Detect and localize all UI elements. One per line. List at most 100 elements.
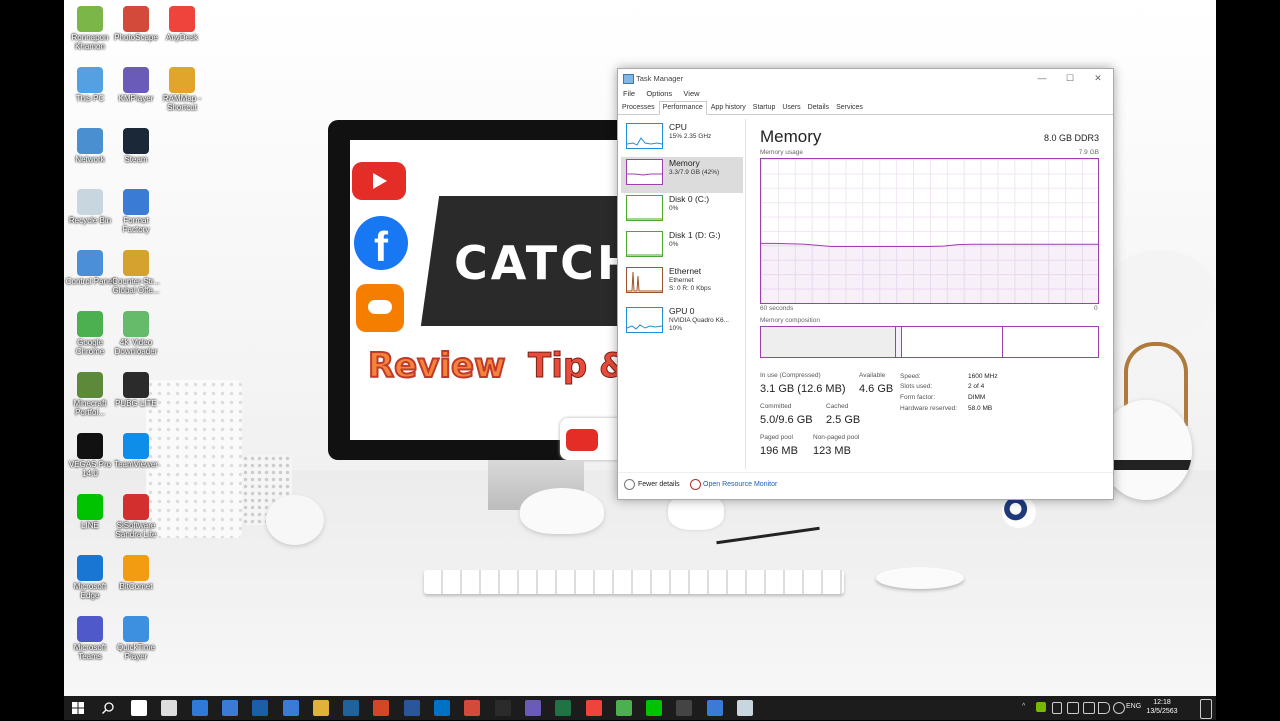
desktop-icon[interactable]: Microsoft Edge: [64, 553, 116, 600]
tray-chevron-icon[interactable]: ^: [1022, 703, 1025, 710]
open-resource-monitor-link[interactable]: Open Resource Monitor: [703, 481, 777, 488]
memory-usage-label: Memory usage: [760, 149, 803, 156]
clock[interactable]: 12:18 13/5/2563: [1142, 698, 1182, 716]
app-icon: [169, 67, 195, 93]
app-icon: [77, 494, 103, 520]
usb-tray-icon[interactable]: [1052, 702, 1062, 714]
desktop-icon[interactable]: QuickTime Player: [110, 614, 162, 661]
desktop-icon[interactable]: AnyDesk: [156, 4, 208, 42]
minimize-button[interactable]: —: [1029, 71, 1055, 85]
menu-view[interactable]: View: [683, 89, 699, 98]
menu-file[interactable]: File: [623, 89, 635, 98]
taskbar-app-icon[interactable]: [615, 700, 632, 716]
desktop-icon[interactable]: PhotoScape: [110, 4, 162, 42]
resource-monitor-icon[interactable]: [690, 479, 701, 490]
resource-item[interactable]: Disk 0 (C:) 0%: [626, 191, 742, 225]
taskbar-app-icon[interactable]: [282, 700, 299, 716]
taskbar-app-icon[interactable]: [524, 700, 541, 716]
desktop-icon[interactable]: Network: [64, 126, 116, 164]
paint-tray-icon[interactable]: [1083, 702, 1095, 714]
taskbar-app-icon[interactable]: [585, 700, 602, 716]
task-manager-window[interactable]: Task Manager — ☐ ✕ File Options View Pro…: [617, 68, 1114, 500]
resource-sparkline: [627, 271, 662, 292]
taskbar-app-icon[interactable]: [221, 700, 238, 716]
desktop-icon[interactable]: Steam: [110, 126, 162, 164]
app-icon: [77, 433, 103, 459]
taskbar-app-icon[interactable]: [646, 700, 663, 716]
menu-options[interactable]: Options: [646, 89, 672, 98]
fewer-details-link[interactable]: Fewer details: [638, 481, 680, 488]
resource-thumbnail: [626, 307, 663, 333]
taskbar-app-icon[interactable]: [373, 700, 390, 716]
app-icon: [123, 128, 149, 154]
taskbar-app-icon[interactable]: [343, 700, 360, 716]
taskbar-app-icon[interactable]: [737, 700, 753, 716]
desktop-icon[interactable]: Ronnapon Khamon: [64, 4, 116, 51]
resource-name: Disk 0 (C:): [669, 194, 710, 204]
tab-performance[interactable]: Performance: [658, 101, 707, 115]
desktop-icon[interactable]: Format Factory: [110, 187, 162, 234]
volume-icon[interactable]: [1098, 702, 1110, 714]
taskbar-app-icon[interactable]: [403, 700, 420, 716]
desktop-icon-label: Format Factory: [122, 216, 150, 234]
search-button[interactable]: [100, 700, 116, 716]
window-title: Task Manager: [636, 74, 684, 83]
desktop-icon-label: PhotoScape: [114, 33, 158, 42]
desktop-icon[interactable]: Microsoft Teams: [64, 614, 116, 661]
resource-item[interactable]: Disk 1 (D: G:) 0%: [626, 227, 742, 261]
taskbar-app-icon[interactable]: [191, 700, 208, 716]
sparkline-path: [627, 324, 662, 330]
maximize-button[interactable]: ☐: [1057, 71, 1083, 85]
taskbar-app-icon[interactable]: [494, 700, 511, 716]
desktop-icon[interactable]: VEGAS Pro 14.0: [64, 431, 116, 478]
desktop-icon[interactable]: RAMMap - Shortcut: [156, 65, 208, 112]
desktop-icon[interactable]: This PC: [64, 65, 116, 103]
taskbar-app-icon[interactable]: [252, 700, 269, 716]
fewer-details-icon[interactable]: [624, 479, 635, 490]
tab-services[interactable]: Services: [833, 102, 866, 113]
taskbar-app-icon[interactable]: [555, 700, 572, 716]
resource-item[interactable]: CPU 15% 2.35 GHz: [626, 119, 742, 153]
app-icon: [77, 189, 103, 215]
desktop-icon[interactable]: LINE: [64, 492, 116, 530]
network-tray-icon[interactable]: [1067, 702, 1079, 714]
desktop-icon[interactable]: KMPlayer: [110, 65, 162, 103]
nvidia-tray-icon[interactable]: [1036, 702, 1046, 712]
language-indicator[interactable]: ENG: [1126, 703, 1141, 710]
desktop-icon[interactable]: TeamViewer: [110, 431, 162, 469]
taskbar-app-icon[interactable]: [312, 700, 329, 716]
title-bar[interactable]: Task Manager — ☐ ✕: [618, 69, 1113, 87]
graph-time-right: 0: [1094, 305, 1098, 312]
resource-item[interactable]: GPU 0 NVIDIA Quadro K6... 10%: [626, 303, 742, 337]
tab-strip: Processes Performance App history Startu…: [618, 101, 1113, 115]
memory-title: Memory: [760, 127, 822, 146]
resource-item[interactable]: Memory 3.3/7.9 GB (42%): [626, 155, 742, 189]
notifications-icon[interactable]: [1200, 699, 1212, 719]
resource-item[interactable]: Ethernet Ethernet S: 0 R: 0 Kbps: [626, 263, 742, 297]
taskbar-app-icon[interactable]: [131, 700, 147, 716]
tab-processes[interactable]: Processes: [619, 102, 658, 113]
taskbar-app-icon[interactable]: [676, 700, 693, 716]
desktop-icon[interactable]: SiSoftware Sandra Lite: [110, 492, 162, 539]
tab-app-history[interactable]: App history: [708, 102, 749, 113]
tab-startup[interactable]: Startup: [750, 102, 779, 113]
committed-label: Committed: [760, 403, 792, 410]
desktop-icon[interactable]: Counter-Str... Global Offe...: [110, 248, 162, 295]
taskbar-app-icon[interactable]: [706, 700, 723, 716]
app-icon: [123, 311, 149, 337]
taskbar-app-icon[interactable]: [434, 700, 450, 716]
desktop-icon[interactable]: Control Panel: [64, 248, 116, 286]
tab-details[interactable]: Details: [805, 102, 832, 113]
system-tray-icon[interactable]: [1113, 702, 1125, 714]
desktop-icon[interactable]: Minecraft Portfol...: [64, 370, 116, 417]
taskbar-app-icon[interactable]: [464, 700, 481, 716]
desktop-icon[interactable]: Google Chrome: [64, 309, 116, 356]
desktop-icon[interactable]: Recycle Bin: [64, 187, 116, 225]
tab-users[interactable]: Users: [779, 102, 803, 113]
start-button[interactable]: [70, 700, 86, 716]
desktop-icon[interactable]: 4K Video Downloader: [110, 309, 162, 356]
close-button[interactable]: ✕: [1085, 71, 1111, 85]
desktop-icon[interactable]: BitComet: [110, 553, 162, 591]
taskbar-app-icon[interactable]: [161, 700, 178, 716]
desktop-icon[interactable]: PUBG LITE: [110, 370, 162, 408]
